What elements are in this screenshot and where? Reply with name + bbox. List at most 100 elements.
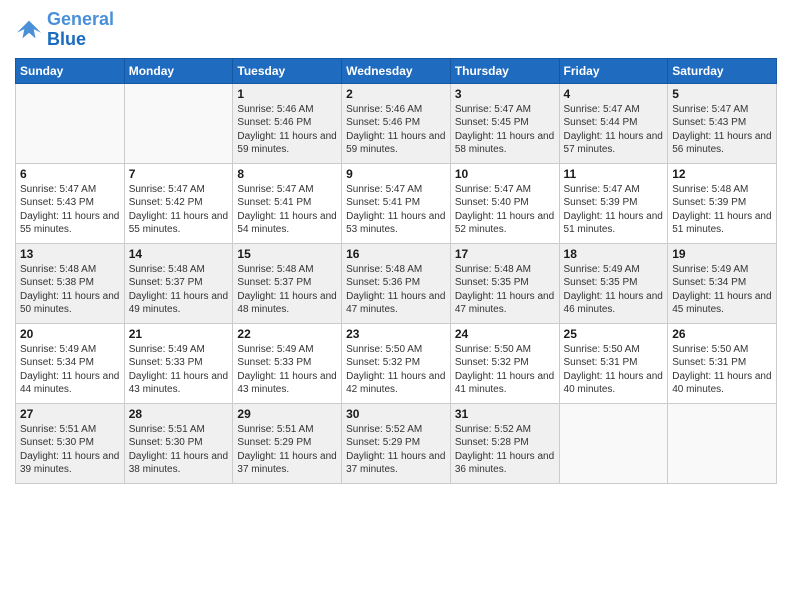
- day-info: Sunrise: 5:51 AMSunset: 5:30 PMDaylight:…: [129, 423, 229, 477]
- day-number: 11: [564, 167, 664, 181]
- day-info: Sunrise: 5:47 AMSunset: 5:39 PMDaylight:…: [564, 183, 664, 237]
- day-number: 6: [20, 167, 120, 181]
- day-number: 23: [346, 327, 446, 341]
- day-number: 16: [346, 247, 446, 261]
- day-number: 27: [20, 407, 120, 421]
- calendar-cell: 22 Sunrise: 5:49 AMSunset: 5:33 PMDayligh…: [233, 323, 342, 403]
- calendar-cell: 2 Sunrise: 5:46 AMSunset: 5:46 PMDaylight…: [342, 83, 451, 163]
- day-header-tuesday: Tuesday: [233, 58, 342, 83]
- day-number: 1: [237, 87, 337, 101]
- day-number: 2: [346, 87, 446, 101]
- calendar-cell: 6Sunrise: 5:47 AMSunset: 5:43 PMDaylight…: [16, 163, 125, 243]
- day-info: Sunrise: 5:48 AMSunset: 5:36 PMDaylight:…: [346, 263, 446, 317]
- day-info: Sunrise: 5:50 AMSunset: 5:31 PMDaylight:…: [564, 343, 664, 397]
- day-number: 13: [20, 247, 120, 261]
- logo: General Blue: [15, 10, 114, 50]
- calendar-cell: 18 Sunrise: 5:49 AMSunset: 5:35 PMDayligh…: [559, 243, 668, 323]
- day-number: 14: [129, 247, 229, 261]
- day-info: Sunrise: 5:49 AMSunset: 5:33 PMDaylight:…: [237, 343, 337, 397]
- day-number: 8: [237, 167, 337, 181]
- day-info: Sunrise: 5:47 AMSunset: 5:41 PMDaylight:…: [346, 183, 446, 237]
- day-number: 12: [672, 167, 772, 181]
- day-number: 25: [564, 327, 664, 341]
- calendar-cell: 13 Sunrise: 5:48 AMSunset: 5:38 PMDayligh…: [16, 243, 125, 323]
- day-header-friday: Friday: [559, 58, 668, 83]
- calendar-cell: 20 Sunrise: 5:49 AMSunset: 5:34 PMDayligh…: [16, 323, 125, 403]
- day-info: Sunrise: 5:47 AMSunset: 5:41 PMDaylight:…: [237, 183, 337, 237]
- day-info: Sunrise: 5:50 AMSunset: 5:32 PMDaylight:…: [455, 343, 555, 397]
- day-header-sunday: Sunday: [16, 58, 125, 83]
- day-number: 17: [455, 247, 555, 261]
- day-info: Sunrise: 5:52 AMSunset: 5:28 PMDaylight:…: [455, 423, 555, 477]
- calendar-cell: 4Sunrise: 5:47 AMSunset: 5:44 PMDaylight…: [559, 83, 668, 163]
- calendar-cell: 9 Sunrise: 5:47 AMSunset: 5:41 PMDaylight…: [342, 163, 451, 243]
- logo-icon: [15, 16, 43, 44]
- calendar-cell: 23 Sunrise: 5:50 AMSunset: 5:32 PMDayligh…: [342, 323, 451, 403]
- calendar-week-3: 13 Sunrise: 5:48 AMSunset: 5:38 PMDayligh…: [16, 243, 777, 323]
- calendar-cell: [124, 83, 233, 163]
- day-info: Sunrise: 5:50 AMSunset: 5:32 PMDaylight:…: [346, 343, 446, 397]
- day-info: Sunrise: 5:51 AMSunset: 5:29 PMDaylight:…: [237, 423, 337, 477]
- day-info: Sunrise: 5:46 AMSunset: 5:46 PMDaylight:…: [346, 103, 446, 157]
- day-info: Sunrise: 5:48 AMSunset: 5:35 PMDaylight:…: [455, 263, 555, 317]
- day-number: 29: [237, 407, 337, 421]
- calendar-header-row: SundayMondayTuesdayWednesdayThursdayFrid…: [16, 58, 777, 83]
- calendar-week-5: 27 Sunrise: 5:51 AMSunset: 5:30 PMDayligh…: [16, 403, 777, 483]
- day-number: 24: [455, 327, 555, 341]
- calendar-cell: 12Sunrise: 5:48 AMSunset: 5:39 PMDayligh…: [668, 163, 777, 243]
- calendar-cell: 17 Sunrise: 5:48 AMSunset: 5:35 PMDayligh…: [450, 243, 559, 323]
- day-number: 22: [237, 327, 337, 341]
- day-info: Sunrise: 5:49 AMSunset: 5:34 PMDaylight:…: [20, 343, 120, 397]
- day-header-thursday: Thursday: [450, 58, 559, 83]
- calendar-cell: 5 Sunrise: 5:47 AMSunset: 5:43 PMDaylight…: [668, 83, 777, 163]
- day-number: 15: [237, 247, 337, 261]
- calendar-cell: 26Sunrise: 5:50 AMSunset: 5:31 PMDayligh…: [668, 323, 777, 403]
- day-info: Sunrise: 5:47 AMSunset: 5:40 PMDaylight:…: [455, 183, 555, 237]
- day-number: 19: [672, 247, 772, 261]
- calendar-week-1: 1 Sunrise: 5:46 AMSunset: 5:46 PMDaylight…: [16, 83, 777, 163]
- logo-text: General Blue: [47, 10, 114, 50]
- calendar-cell: 14 Sunrise: 5:48 AMSunset: 5:37 PMDayligh…: [124, 243, 233, 323]
- day-number: 30: [346, 407, 446, 421]
- day-info: Sunrise: 5:49 AMSunset: 5:33 PMDaylight:…: [129, 343, 229, 397]
- day-number: 10: [455, 167, 555, 181]
- day-number: 5: [672, 87, 772, 101]
- calendar-cell: 7 Sunrise: 5:47 AMSunset: 5:42 PMDaylight…: [124, 163, 233, 243]
- day-info: Sunrise: 5:48 AMSunset: 5:38 PMDaylight:…: [20, 263, 120, 317]
- day-header-monday: Monday: [124, 58, 233, 83]
- calendar-cell: [16, 83, 125, 163]
- calendar-cell: 15 Sunrise: 5:48 AMSunset: 5:37 PMDayligh…: [233, 243, 342, 323]
- day-number: 7: [129, 167, 229, 181]
- day-number: 20: [20, 327, 120, 341]
- day-number: 9: [346, 167, 446, 181]
- day-info: Sunrise: 5:46 AMSunset: 5:46 PMDaylight:…: [237, 103, 337, 157]
- calendar-cell: 19Sunrise: 5:49 AMSunset: 5:34 PMDayligh…: [668, 243, 777, 323]
- day-header-saturday: Saturday: [668, 58, 777, 83]
- calendar-week-4: 20 Sunrise: 5:49 AMSunset: 5:34 PMDayligh…: [16, 323, 777, 403]
- day-info: Sunrise: 5:48 AMSunset: 5:37 PMDaylight:…: [129, 263, 229, 317]
- day-number: 18: [564, 247, 664, 261]
- day-info: Sunrise: 5:47 AMSunset: 5:43 PMDaylight:…: [672, 103, 772, 157]
- calendar-cell: 24 Sunrise: 5:50 AMSunset: 5:32 PMDayligh…: [450, 323, 559, 403]
- page: General Blue SundayMondayTuesdayWednesda…: [0, 0, 792, 612]
- calendar-cell: 8 Sunrise: 5:47 AMSunset: 5:41 PMDaylight…: [233, 163, 342, 243]
- day-info: Sunrise: 5:48 AMSunset: 5:37 PMDaylight:…: [237, 263, 337, 317]
- day-number: 26: [672, 327, 772, 341]
- calendar-cell: [559, 403, 668, 483]
- day-info: Sunrise: 5:47 AMSunset: 5:44 PMDaylight:…: [564, 103, 664, 157]
- calendar-cell: 31 Sunrise: 5:52 AMSunset: 5:28 PMDayligh…: [450, 403, 559, 483]
- calendar-cell: 27 Sunrise: 5:51 AMSunset: 5:30 PMDayligh…: [16, 403, 125, 483]
- day-header-wednesday: Wednesday: [342, 58, 451, 83]
- calendar-cell: 25 Sunrise: 5:50 AMSunset: 5:31 PMDayligh…: [559, 323, 668, 403]
- calendar-cell: 1 Sunrise: 5:46 AMSunset: 5:46 PMDaylight…: [233, 83, 342, 163]
- header: General Blue: [15, 10, 777, 50]
- day-number: 31: [455, 407, 555, 421]
- day-info: Sunrise: 5:49 AMSunset: 5:35 PMDaylight:…: [564, 263, 664, 317]
- calendar-cell: 30Sunrise: 5:52 AMSunset: 5:29 PMDayligh…: [342, 403, 451, 483]
- calendar-cell: 21 Sunrise: 5:49 AMSunset: 5:33 PMDayligh…: [124, 323, 233, 403]
- day-number: 21: [129, 327, 229, 341]
- day-info: Sunrise: 5:47 AMSunset: 5:42 PMDaylight:…: [129, 183, 229, 237]
- day-info: Sunrise: 5:51 AMSunset: 5:30 PMDaylight:…: [20, 423, 120, 477]
- day-number: 3: [455, 87, 555, 101]
- calendar-cell: 3Sunrise: 5:47 AMSunset: 5:45 PMDaylight…: [450, 83, 559, 163]
